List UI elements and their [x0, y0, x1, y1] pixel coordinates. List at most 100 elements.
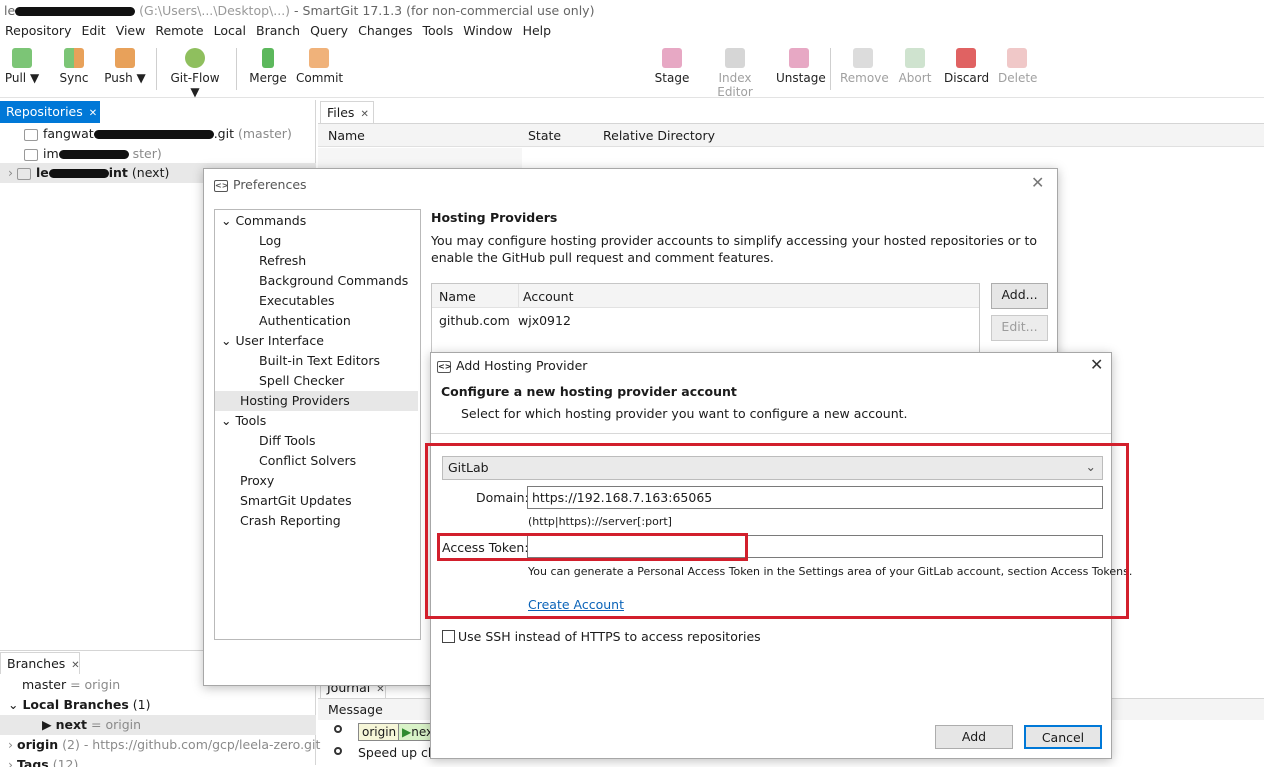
stage-icon — [662, 48, 682, 68]
column-account[interactable]: Account — [523, 289, 573, 304]
provider-account[interactable]: wjx0912 — [518, 313, 571, 328]
menu-branch[interactable]: Branch — [251, 22, 305, 38]
stage-button[interactable]: Stage — [654, 48, 690, 85]
add-button[interactable]: Add — [935, 725, 1013, 749]
tree-user-interface[interactable]: ⌄ User Interface — [221, 333, 324, 348]
menu-local[interactable]: Local — [209, 22, 251, 38]
tree-diff-tools[interactable]: Diff Tools — [259, 433, 315, 448]
tree-background-commands[interactable]: Background Commands — [259, 273, 408, 288]
close-icon[interactable]: ✕ — [1031, 173, 1044, 192]
tree-authentication[interactable]: Authentication — [259, 313, 351, 328]
branch-group[interactable]: › Tags (12) — [8, 755, 78, 767]
origin-tag: origin — [358, 723, 401, 741]
files-header: Name State Relative Directory — [318, 123, 1264, 147]
menu-view[interactable]: View — [111, 22, 151, 38]
pull-button[interactable]: Pull ▼ — [4, 48, 40, 85]
repo-item[interactable]: fangwat .git (master) — [24, 124, 292, 144]
column-message[interactable]: Message — [328, 702, 383, 717]
branch-group[interactable]: ⌄ Local Branches (1) — [8, 695, 150, 715]
sync-button[interactable]: Sync — [56, 48, 92, 85]
menu-changes[interactable]: Changes — [353, 22, 417, 38]
edit-provider-button[interactable]: Edit... — [991, 315, 1048, 341]
branch-row-selected[interactable]: ▶ next = origin — [0, 715, 316, 735]
tree-log[interactable]: Log — [259, 233, 281, 248]
tree-commands[interactable]: ⌄ Commands — [221, 213, 306, 228]
column-name[interactable]: Name — [328, 128, 365, 143]
merge-icon — [262, 48, 274, 68]
branch-row[interactable]: master = origin — [22, 675, 120, 695]
commit-node-icon — [334, 747, 342, 755]
provider-name[interactable]: github.com — [439, 313, 510, 328]
abort-button[interactable]: Abort — [898, 48, 932, 85]
git-flow-button[interactable]: Git-Flow ▼ — [164, 48, 226, 99]
tab-branches[interactable]: Branches ✕ — [0, 652, 80, 674]
commit-icon — [309, 48, 329, 68]
column-state[interactable]: State — [528, 128, 561, 143]
cancel-button[interactable]: Cancel — [1024, 725, 1102, 749]
divider — [431, 433, 1111, 434]
highlight-box — [425, 443, 1129, 619]
discard-icon — [956, 48, 976, 68]
play-icon: ▶ — [402, 725, 412, 739]
index-editor-icon — [725, 48, 745, 68]
index-editor-button[interactable]: Index Editor — [700, 48, 770, 99]
column-divider — [518, 284, 519, 308]
menu-help[interactable]: Help — [518, 22, 557, 38]
menu-bar: Repository Edit View Remote Local Branch Query… — [0, 22, 1264, 42]
tree-smartgit-updates[interactable]: SmartGit Updates — [240, 493, 352, 508]
providers-header: Name Account — [432, 284, 979, 308]
close-icon[interactable]: ✕ — [89, 108, 97, 119]
toolbar-separator — [156, 48, 157, 90]
menu-repository[interactable]: Repository — [0, 22, 76, 38]
delete-button[interactable]: Delete — [998, 48, 1037, 85]
unstage-icon — [789, 48, 809, 68]
column-relative-directory[interactable]: Relative Directory — [603, 128, 715, 143]
highlight-box-token — [437, 533, 748, 561]
tree-conflict-solvers[interactable]: Conflict Solvers — [259, 453, 356, 468]
tree-proxy[interactable]: Proxy — [240, 473, 274, 488]
menu-window[interactable]: Window — [458, 22, 517, 38]
ssh-checkbox[interactable] — [442, 630, 455, 643]
branch-group[interactable]: › origin (2) - https://github.com/gcp/le… — [8, 735, 320, 755]
preferences-tree: ⌄ Commands Log Refresh Background Comman… — [214, 209, 421, 640]
add-provider-button[interactable]: Add... — [991, 283, 1048, 309]
column-name[interactable]: Name — [439, 289, 476, 304]
menu-tools[interactable]: Tools — [417, 22, 458, 38]
dialog-heading: Configure a new hosting provider account — [441, 384, 737, 399]
files-column-shade — [318, 148, 522, 168]
remove-button[interactable]: Remove — [840, 48, 889, 85]
sync-icon — [64, 48, 84, 68]
tree-executables[interactable]: Executables — [259, 293, 335, 308]
close-icon[interactable]: ✕ — [1090, 355, 1103, 374]
discard-button[interactable]: Discard — [944, 48, 989, 85]
unstage-button[interactable]: Unstage — [776, 48, 826, 85]
remove-icon — [853, 48, 873, 68]
commit-node-icon — [334, 725, 342, 733]
menu-query[interactable]: Query — [305, 22, 353, 38]
tree-tools[interactable]: ⌄ Tools — [221, 413, 266, 428]
tree-spell-checker[interactable]: Spell Checker — [259, 373, 344, 388]
menu-edit[interactable]: Edit — [76, 22, 110, 38]
tab-files[interactable]: Files ✕ — [320, 101, 374, 123]
preferences-title: <> Preferences — [214, 177, 307, 192]
git-flow-icon — [185, 48, 205, 68]
close-icon[interactable]: ✕ — [71, 660, 79, 671]
current-branch-icon: ▶ — [42, 717, 52, 732]
push-button[interactable]: Push ▼ — [102, 48, 148, 85]
commit-button[interactable]: Commit — [296, 48, 343, 85]
tree-hosting-providers[interactable]: Hosting Providers — [215, 391, 418, 411]
repo-item[interactable]: im ster) — [24, 144, 162, 164]
dialog-subheading: Select for which hosting provider you wa… — [461, 406, 908, 421]
close-icon[interactable]: ✕ — [360, 109, 368, 120]
tree-crash-reporting[interactable]: Crash Reporting — [240, 513, 341, 528]
dialog-title: <> Add Hosting Provider — [437, 358, 588, 373]
commit-message[interactable]: Speed up ch — [358, 745, 436, 760]
merge-button[interactable]: Merge — [248, 48, 288, 85]
delete-icon — [1007, 48, 1027, 68]
smartgit-logo-icon: <> — [437, 360, 452, 373]
tab-repositories[interactable]: Repositories ✕ — [0, 101, 100, 123]
tree-refresh[interactable]: Refresh — [259, 253, 306, 268]
chevron-right-icon: › — [8, 757, 13, 767]
menu-remote[interactable]: Remote — [150, 22, 208, 38]
tree-built-in-text-editors[interactable]: Built-in Text Editors — [259, 353, 380, 368]
